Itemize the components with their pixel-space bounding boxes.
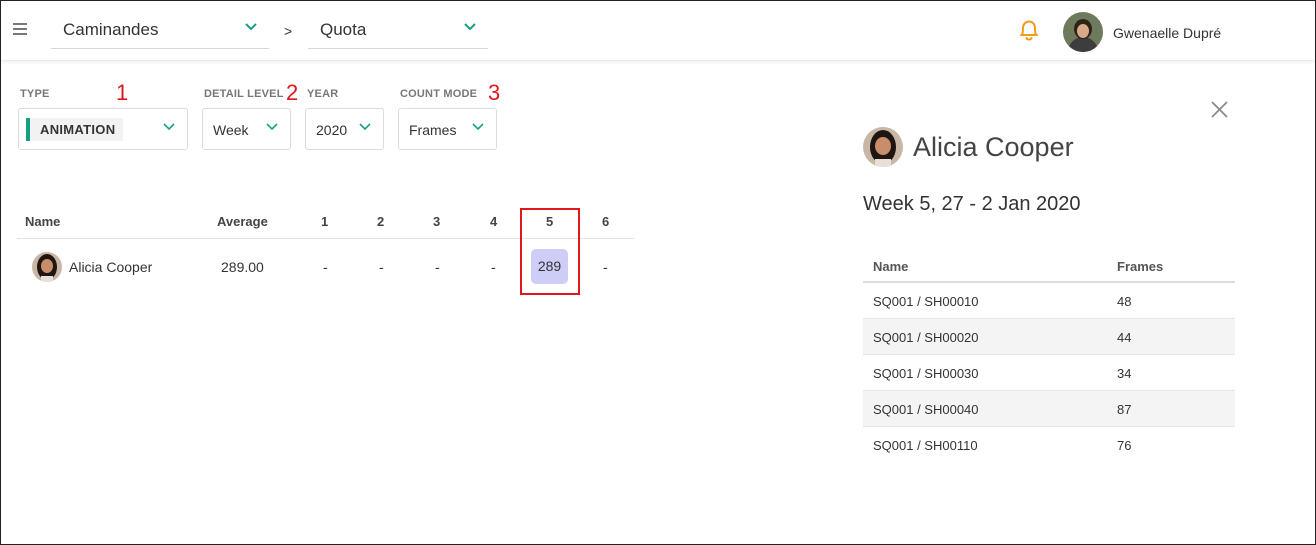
breadcrumb-separator: >: [284, 23, 293, 39]
shot-frames: 76: [1117, 438, 1132, 453]
avatar[interactable]: [1063, 12, 1103, 52]
column-header-week-4[interactable]: 4: [490, 214, 497, 229]
column-header-average[interactable]: Average: [217, 214, 268, 229]
table-cell-week-3[interactable]: -: [435, 259, 440, 275]
table-header: Name Frames: [863, 247, 1235, 283]
table-row[interactable]: SQ001 / SH00110 76: [863, 427, 1235, 463]
chevron-down-icon: [464, 23, 476, 31]
avatar: [32, 252, 62, 282]
column-header-week-3[interactable]: 3: [433, 214, 440, 229]
table-row[interactable]: SQ001 / SH00030 34: [863, 355, 1235, 391]
section-select[interactable]: Quota: [308, 11, 488, 49]
table-row-average: 289.00: [221, 259, 264, 275]
column-header-name[interactable]: Name: [25, 214, 60, 229]
year-filter-select[interactable]: 2020: [305, 108, 384, 150]
shot-frames: 34: [1117, 366, 1132, 381]
table-cell-week-6[interactable]: -: [603, 259, 608, 275]
year-filter-label: Year: [307, 88, 339, 100]
detail-level-filter-select[interactable]: Week: [202, 108, 291, 150]
shot-name: SQ001 / SH00110: [873, 438, 978, 453]
type-filter-value: ANIMATION: [26, 118, 123, 141]
panel-person-name: Alicia Cooper: [913, 132, 1074, 162]
menu-icon[interactable]: [13, 23, 27, 37]
table-cell-week-5-selected[interactable]: 289: [531, 249, 568, 284]
chevron-down-icon: [163, 123, 175, 131]
table-cell-week-2[interactable]: -: [379, 259, 384, 275]
shot-frames: 44: [1117, 330, 1132, 345]
chevron-down-icon: [359, 123, 371, 131]
table-cell-week-4[interactable]: -: [491, 259, 496, 275]
shot-name: SQ001 / SH00010: [873, 294, 979, 309]
detail-level-filter-label: Detail level: [204, 88, 284, 100]
column-header-name: Name: [873, 259, 909, 274]
column-header-week-5[interactable]: 5: [546, 214, 553, 229]
production-select-value: Caminandes: [63, 20, 159, 39]
column-header-week-2[interactable]: 2: [377, 214, 384, 229]
shot-frames: 87: [1117, 402, 1132, 417]
bell-icon[interactable]: [1018, 18, 1040, 42]
shot-name: SQ001 / SH00020: [873, 330, 979, 345]
chevron-down-icon: [472, 123, 484, 131]
shot-frames-table: Name Frames SQ001 / SH00010 48 SQ001 / S…: [863, 247, 1235, 463]
year-filter-value: 2020: [316, 122, 348, 138]
production-select[interactable]: Caminandes: [51, 11, 269, 49]
column-header-week-6[interactable]: 6: [602, 214, 609, 229]
type-filter-label: Type: [20, 88, 50, 100]
table-row[interactable]: SQ001 / SH00010 48: [863, 283, 1235, 319]
count-mode-filter-label: Count mode: [400, 88, 478, 100]
type-filter-select[interactable]: ANIMATION: [18, 108, 188, 150]
top-bar: Caminandes > Quota Gwenaelle Dupré: [1, 1, 1314, 61]
annotation-number: 1: [116, 80, 129, 105]
user-name[interactable]: Gwenaelle Dupré: [1113, 25, 1221, 41]
shot-frames: 48: [1117, 294, 1132, 309]
count-mode-filter-select[interactable]: Frames: [398, 108, 497, 150]
table-row[interactable]: SQ001 / SH00020 44: [863, 319, 1235, 355]
column-header-frames: Frames: [1117, 259, 1164, 274]
annotation-number: 3: [488, 80, 501, 105]
avatar: [863, 127, 903, 167]
count-mode-filter-value: Frames: [409, 122, 457, 138]
panel-week-title: Week 5, 27 - 2 Jan 2020: [863, 193, 1081, 215]
detail-level-filter-value: Week: [213, 122, 249, 138]
shot-name: SQ001 / SH00030: [873, 366, 979, 381]
table-header-divider: [17, 238, 634, 239]
close-icon[interactable]: [1211, 101, 1228, 118]
table-row[interactable]: SQ001 / SH00040 87: [863, 391, 1235, 427]
shot-name: SQ001 / SH00040: [873, 402, 979, 417]
table-row-name[interactable]: Alicia Cooper: [69, 259, 152, 275]
annotation-number: 2: [286, 80, 299, 105]
section-select-value: Quota: [320, 20, 367, 39]
column-header-week-1[interactable]: 1: [321, 214, 328, 229]
chevron-down-icon: [245, 23, 257, 31]
table-cell-week-1[interactable]: -: [323, 259, 328, 275]
chevron-down-icon: [266, 123, 278, 131]
